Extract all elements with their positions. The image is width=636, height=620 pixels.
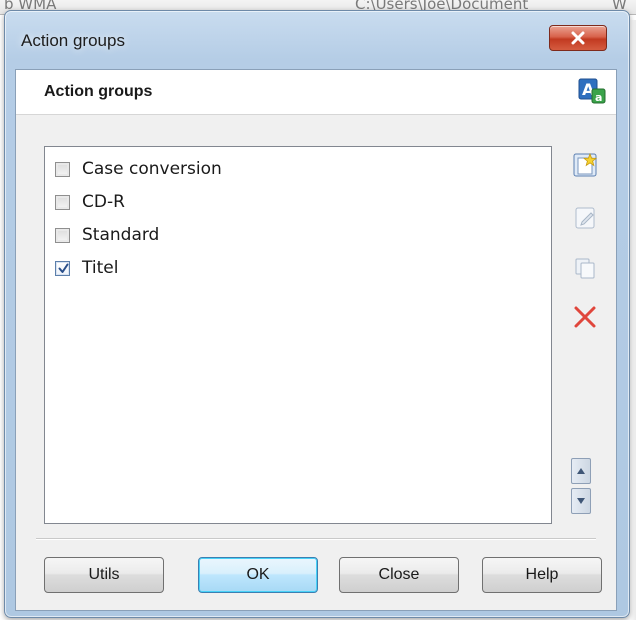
list-item-label: Titel xyxy=(82,258,119,278)
action-groups-list[interactable]: Case conversion CD-R Standard Titel xyxy=(44,146,552,524)
window-title: Action groups xyxy=(21,31,125,50)
header-bar: Action groups A a xyxy=(16,70,616,115)
checkmark-icon xyxy=(58,263,69,273)
checkbox[interactable] xyxy=(55,227,70,243)
window-edge-shadow xyxy=(630,20,636,620)
screen: b WMA C:\Users\Joe\Document W Action gro… xyxy=(0,0,636,620)
utils-button[interactable]: Utils xyxy=(44,557,164,593)
language-icon[interactable]: A a xyxy=(578,78,606,104)
header-title: Action groups xyxy=(44,83,153,100)
arrow-down-icon xyxy=(577,498,585,504)
list-item-standard[interactable]: Standard xyxy=(55,221,159,249)
copy-group-button[interactable] xyxy=(570,253,600,283)
title-bar[interactable]: Action groups xyxy=(5,11,629,55)
close-window-button[interactable] xyxy=(549,25,607,51)
new-group-button[interactable] xyxy=(570,150,600,180)
checkbox[interactable] xyxy=(55,161,70,177)
arrow-up-icon xyxy=(577,468,585,474)
edit-group-button[interactable] xyxy=(570,203,600,233)
checkbox-checked[interactable] xyxy=(55,260,70,276)
close-icon xyxy=(571,31,585,45)
svg-text:a: a xyxy=(595,91,602,104)
list-item-label: Standard xyxy=(82,225,160,245)
list-item-label: Case conversion xyxy=(82,159,222,179)
action-groups-dialog: Action groups Action groups A a Case con… xyxy=(4,10,630,618)
dialog-client-area: Action groups A a Case conversion CD-R S… xyxy=(15,69,617,611)
close-button[interactable]: Close xyxy=(339,557,459,593)
delete-group-button[interactable] xyxy=(570,302,600,332)
divider xyxy=(36,538,596,540)
edit-icon xyxy=(575,207,595,229)
list-item-titel[interactable]: Titel xyxy=(55,254,118,282)
new-star-icon xyxy=(573,152,598,177)
delete-x-icon xyxy=(574,306,596,328)
list-item-case-conversion[interactable]: Case conversion xyxy=(55,155,222,183)
help-button[interactable]: Help xyxy=(482,557,602,593)
checkbox[interactable] xyxy=(55,194,70,210)
ok-button[interactable]: OK xyxy=(198,557,318,593)
move-down-button[interactable] xyxy=(571,488,591,514)
copy-icon xyxy=(575,258,595,279)
move-up-button[interactable] xyxy=(571,458,591,484)
list-item-label: CD-R xyxy=(82,192,125,212)
list-item-cd-r[interactable]: CD-R xyxy=(55,188,125,216)
